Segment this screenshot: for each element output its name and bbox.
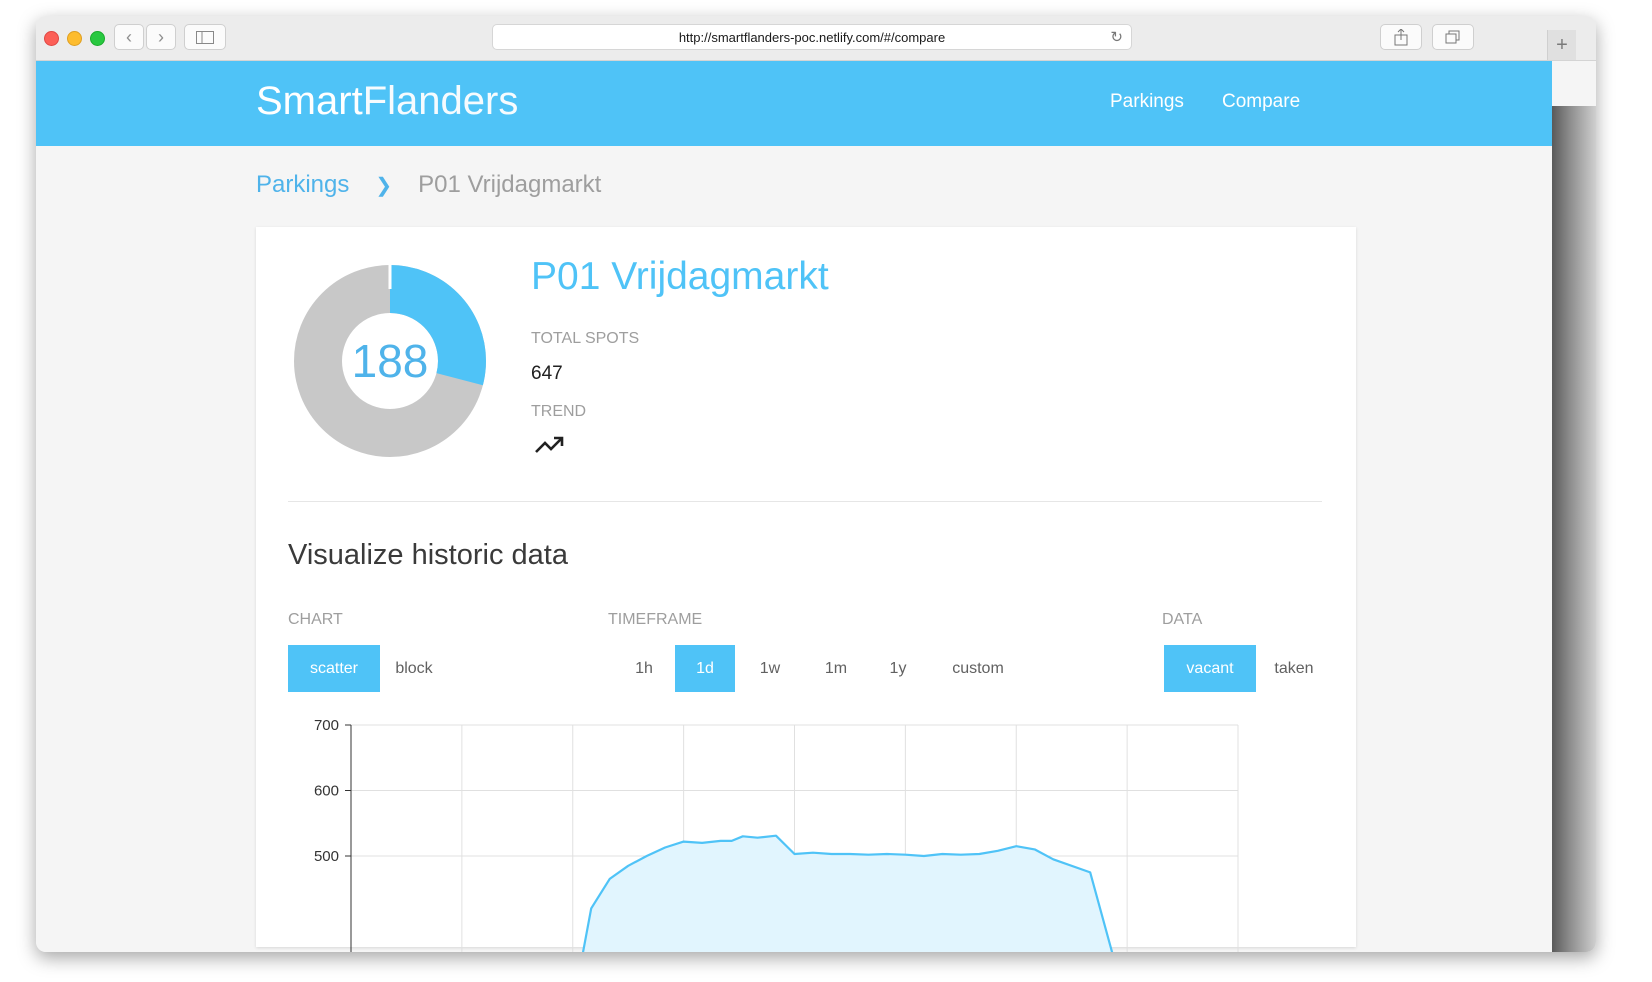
- back-button[interactable]: ‹: [114, 24, 144, 50]
- browser-titlebar: ‹ › http://smartflanders-poc.netlify.com…: [36, 16, 1596, 61]
- reload-icon[interactable]: ↻: [1110, 28, 1123, 46]
- timeframe-1m-button[interactable]: 1m: [806, 645, 866, 692]
- available-spots-value: 188: [351, 335, 429, 387]
- total-spots-label: TOTAL SPOTS: [531, 330, 640, 347]
- site-header: SmartFlanders Parkings Compare: [36, 61, 1552, 146]
- nav-link-compare[interactable]: Compare: [1222, 91, 1300, 113]
- timeframe-1y-button[interactable]: 1y: [868, 645, 928, 692]
- trending-up-icon: [535, 436, 564, 453]
- y-axis-tick-label: 600: [314, 783, 339, 800]
- new-tab-button[interactable]: +: [1547, 30, 1576, 60]
- plus-icon: +: [1556, 33, 1568, 56]
- logo-secondary-text: Flanders: [362, 79, 519, 123]
- maximize-window-button[interactable]: [90, 31, 105, 46]
- sidebar-icon: [196, 30, 214, 44]
- total-spots-value: 647: [531, 363, 563, 384]
- tabs-overview-button[interactable]: [1432, 24, 1474, 50]
- chart-type-label: CHART: [288, 611, 343, 628]
- logo-primary-text: Smart: [256, 79, 363, 123]
- minimize-window-button[interactable]: [67, 31, 82, 46]
- address-bar[interactable]: http://smartflanders-poc.netlify.com/#/c…: [492, 24, 1132, 50]
- breadcrumb: Parkings ❯ P01 Vrijdagmarkt: [256, 171, 601, 199]
- trend-label: TREND: [531, 403, 587, 420]
- breadcrumb-parent-link[interactable]: Parkings: [256, 171, 349, 199]
- data-vacant-button[interactable]: vacant: [1164, 645, 1256, 692]
- chart-scatter-button[interactable]: scatter: [288, 645, 380, 692]
- timeframe-label: TIMEFRAME: [608, 611, 703, 628]
- parking-title: P01 Vrijdagmarkt: [531, 255, 829, 298]
- window-edge-shadow: [1552, 106, 1596, 952]
- data-taken-button[interactable]: taken: [1258, 645, 1330, 692]
- breadcrumb-current: P01 Vrijdagmarkt: [418, 171, 602, 198]
- chevron-left-icon: ‹: [126, 26, 132, 47]
- timeframe-custom-button[interactable]: custom: [934, 645, 1022, 692]
- parking-card: 188 P01 Vrijdagmarkt TOTAL SPOTS 647 TRE…: [256, 227, 1356, 952]
- timeframe-1h-button[interactable]: 1h: [614, 645, 674, 692]
- section-divider: [288, 501, 1322, 502]
- timeframe-1w-button[interactable]: 1w: [740, 645, 800, 692]
- share-icon: [1394, 28, 1408, 45]
- y-axis-tick-label: 500: [314, 848, 339, 865]
- share-button[interactable]: [1380, 24, 1422, 50]
- chevron-right-icon: ❯: [375, 174, 393, 197]
- page-content: SmartFlanders Parkings Compare Parkings …: [36, 61, 1596, 952]
- historic-data-chart: 500 600 700: [314, 717, 1239, 952]
- url-text: http://smartflanders-poc.netlify.com/#/c…: [678, 29, 946, 45]
- browser-window: ‹ › http://smartflanders-poc.netlify.com…: [36, 16, 1596, 952]
- chart-block-button[interactable]: block: [384, 645, 444, 692]
- close-window-button[interactable]: [44, 31, 59, 46]
- sidebar-toggle-button[interactable]: [184, 24, 226, 50]
- y-axis-tick-label: 700: [314, 717, 339, 734]
- site-logo[interactable]: SmartFlanders: [256, 79, 518, 124]
- historic-data-title: Visualize historic data: [288, 539, 568, 571]
- tabs-icon: [1445, 30, 1460, 44]
- timeframe-1d-button[interactable]: 1d: [675, 645, 735, 692]
- chevron-right-icon: ›: [158, 26, 164, 47]
- forward-button[interactable]: ›: [146, 24, 176, 50]
- nav-link-parkings[interactable]: Parkings: [1110, 91, 1184, 113]
- data-type-label: DATA: [1162, 611, 1203, 628]
